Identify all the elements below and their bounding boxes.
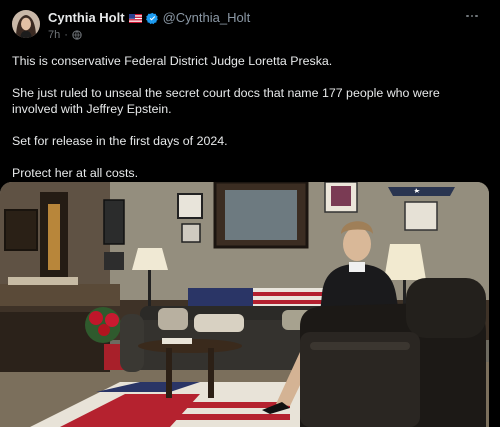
verified-badge-icon xyxy=(145,12,158,24)
post-paragraph: This is conservative Federal District Ju… xyxy=(12,54,333,68)
post-time[interactable]: 7h xyxy=(48,29,60,41)
post-paragraph: Protect her at all costs. xyxy=(12,166,139,180)
meta-separator: · xyxy=(64,29,68,41)
post-paragraph: Set for release in the first days of 202… xyxy=(12,134,228,148)
more-dot-icon xyxy=(475,14,478,18)
more-dot-icon xyxy=(470,14,474,18)
post-header: Cynthia Holt @Cynthia_Holt 7h · xyxy=(48,10,460,44)
author-name[interactable]: Cynthia Holt xyxy=(48,10,125,26)
post-paragraph: She just ruled to unseal the secret cour… xyxy=(12,86,440,116)
scrollbar-gutter xyxy=(489,0,500,427)
more-options-button[interactable] xyxy=(462,10,482,22)
more-dot-icon xyxy=(466,14,469,18)
globe-icon xyxy=(72,30,82,40)
avatar[interactable] xyxy=(12,10,40,38)
author-row: Cynthia Holt @Cynthia_Holt xyxy=(48,10,460,26)
tweet-card: Cynthia Holt @Cynthia_Holt 7h · This is … xyxy=(0,0,500,427)
post-meta: 7h · xyxy=(48,29,460,41)
post-photo[interactable] xyxy=(0,182,489,427)
us-flag-icon xyxy=(128,13,142,23)
author-handle[interactable]: @Cynthia_Holt xyxy=(163,10,251,26)
post-text: This is conservative Federal District Ju… xyxy=(12,53,488,197)
